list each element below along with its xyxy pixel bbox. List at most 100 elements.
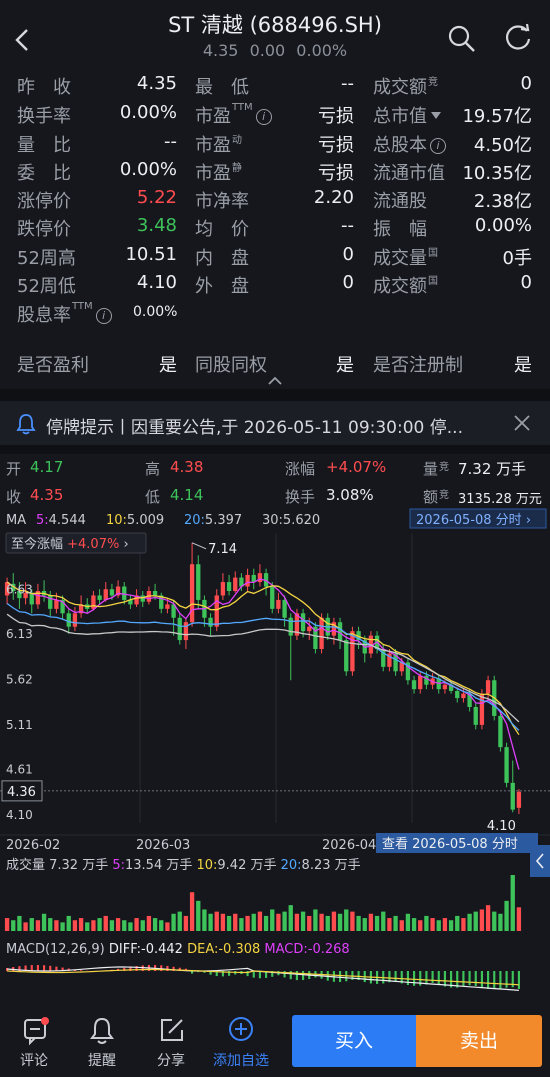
col1-label-3: 委 比: [17, 159, 71, 185]
close-icon[interactable]: [513, 414, 531, 432]
volume-bar: [479, 909, 485, 931]
open-value: 4.17: [30, 458, 64, 476]
volume-bar: [282, 911, 287, 931]
volume-value: 成交量 7.32 万手: [6, 857, 112, 873]
stat-label-sup: 国: [428, 248, 438, 259]
flag-value-2: 是: [514, 355, 532, 376]
volume-bar: [128, 922, 133, 931]
view-button[interactable]: 查看 2026-05-08 分时: [382, 836, 518, 852]
chg-label: 涨幅: [285, 460, 316, 478]
ma-legend-10: 10:5.009: [106, 513, 164, 528]
volume-bar: [29, 918, 34, 931]
nav-reminder[interactable]: 提醒: [72, 1010, 132, 1077]
ma-legend-20: 20:5.397: [184, 513, 242, 528]
volume-bar: [319, 913, 324, 931]
change-since-value: +4.07%: [67, 537, 119, 552]
candle-body: [516, 791, 522, 808]
col1-label-5: 跌停价: [17, 215, 71, 241]
y-tick-3: 5.11: [6, 718, 33, 732]
stat-label-text: 涨停价: [17, 191, 71, 212]
volume-bar: [516, 907, 522, 931]
flag-value-1: 是: [336, 355, 354, 376]
buy-button[interactable]: 买入: [292, 1015, 416, 1067]
suspension-notice[interactable]: 停牌提示丨因重要公告,于 2026-05-11 09:30:00 停...: [0, 401, 550, 445]
stat-label-sup: 动: [232, 135, 242, 146]
volume-bar: [300, 911, 306, 931]
col2-label-4: 市净率: [195, 187, 249, 213]
header-change-pct: 0.00%: [296, 41, 348, 60]
x-tick-0: 2026-02: [6, 838, 60, 853]
volume-bar: [245, 915, 250, 931]
candle-body: [257, 573, 263, 583]
date-button[interactable]: 2026-05-08 分时 ›: [416, 513, 531, 528]
col2-label-1[interactable]: 市盈TTMi: [195, 102, 272, 128]
candle-body: [152, 591, 158, 596]
volume-bar: [17, 915, 22, 931]
side-expand-bg[interactable]: [530, 845, 550, 877]
candle-body: [418, 675, 423, 690]
dropdown-triangle-icon[interactable]: [431, 112, 441, 119]
stat-label-sup: 静: [232, 163, 242, 174]
volume-bar: [233, 913, 238, 931]
low-label: 低: [145, 488, 161, 506]
volume-bar: [214, 911, 219, 931]
stock-detail-screen: ST 清越 (688496.SH) 4.35 0.00 0.00% 昨 收 4.3…: [0, 0, 550, 1077]
ma-legend-name: 10:: [106, 513, 127, 528]
y-tick-2: 5.62: [6, 672, 33, 686]
volume-bar: [91, 920, 96, 931]
col3-value-5: 0.00%: [474, 215, 532, 236]
ma-legend-5: 5:4.544: [36, 513, 86, 528]
col3-value-2: 4.50亿: [473, 135, 532, 156]
volume-bar: [60, 922, 65, 931]
search-icon[interactable]: [447, 24, 477, 54]
col2-label-2: 市盈动: [195, 131, 242, 157]
flag-label-2: 是否注册制: [373, 355, 463, 376]
volume-bar: [54, 920, 59, 931]
refresh-icon[interactable]: [503, 23, 533, 53]
col3-label-3: 流通市值: [373, 159, 445, 185]
volume-bar: [263, 915, 269, 931]
info-icon[interactable]: i: [255, 109, 272, 125]
candle-body: [461, 693, 466, 699]
nav-share[interactable]: 分享: [141, 1010, 201, 1077]
stat-label-sup: 国: [428, 276, 438, 287]
volume-bar: [313, 909, 318, 931]
kline-chart[interactable]: MA 5:4.544 10:5.009 20:5.397 30:5.620 2026-05…: [0, 505, 550, 1010]
info-icon[interactable]: i: [430, 138, 446, 154]
volume-ma-name: 20:: [281, 858, 302, 873]
sell-button[interactable]: 卖出: [416, 1015, 542, 1067]
candle-body: [72, 613, 78, 627]
col3-label-1[interactable]: 总市值: [373, 102, 441, 128]
nav-add-watchlist-label: 添加自选: [213, 1053, 269, 1069]
stat-label-sup: TTM: [232, 102, 253, 113]
stat-label-text: 流通股: [373, 191, 427, 212]
info-icon[interactable]: i: [95, 308, 112, 324]
volume-bar: [4, 918, 10, 931]
volume-bar: [276, 913, 281, 931]
header-change: 0.00: [249, 41, 286, 60]
candle-body: [140, 595, 145, 602]
change-since-badge[interactable]: 至今涨幅 +4.07% ›: [11, 536, 129, 552]
col3-label-2[interactable]: 总股本 i: [373, 131, 446, 157]
macd-part-1: DIFF:-0.442: [109, 942, 187, 957]
max-pointer: [191, 542, 207, 550]
volume-bar: [220, 913, 226, 931]
col3-label-4: 流通股: [373, 187, 427, 213]
stat-label-text: 委 比: [17, 163, 71, 184]
candle-body: [350, 631, 355, 672]
volume-bar: [48, 918, 53, 931]
col1-value-1: 0.00%: [119, 102, 177, 123]
nav-add-watchlist[interactable]: 添加自选: [210, 1010, 272, 1077]
candle-body: [455, 690, 460, 699]
volume-bar: [510, 875, 515, 931]
nav-comment[interactable]: 评论: [4, 1010, 64, 1077]
dividend-label[interactable]: 股息率TTMi: [17, 301, 112, 327]
collapse-chevron-icon[interactable]: [266, 374, 284, 386]
ma-legend-name: 30:: [262, 513, 283, 528]
candle-body: [319, 617, 324, 649]
notice-text: 停牌提示丨因重要公告,于 2026-05-11 09:30:00 停...: [46, 418, 463, 438]
ma-label: MA: [6, 513, 26, 528]
col1-label-0: 昨 收: [17, 73, 71, 99]
col3-label-7: 成交额国: [373, 272, 438, 298]
x-tick-1: 2026-03: [136, 838, 190, 853]
